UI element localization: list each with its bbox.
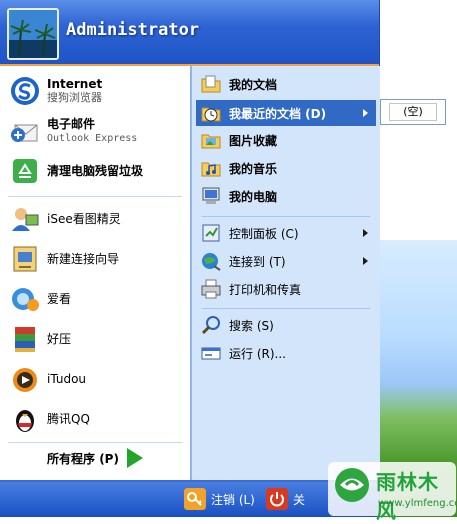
sogou-browser-icon <box>11 77 39 105</box>
program-label: 清理电脑残留垃圾 <box>47 163 144 178</box>
places-item-search[interactable]: 搜索 (S) <box>196 312 376 338</box>
shutdown-label: 关 <box>293 492 306 507</box>
submenu-arrow-icon <box>363 229 368 237</box>
places-label: 我最近的文档 (D) <box>229 106 327 121</box>
program-item-qq[interactable]: 腾讯QQ <box>0 400 190 438</box>
watermark-url: www.ylmfeng.com <box>378 498 457 509</box>
shutdown-button[interactable]: 关 <box>266 487 305 511</box>
places-item-my-music[interactable]: 我的音乐 <box>196 155 376 181</box>
recycle-cleaner-icon <box>13 159 37 183</box>
program-item-haozip[interactable]: 好压 <box>0 320 190 358</box>
run-icon <box>201 347 221 360</box>
places-label: 搜索 (S) <box>229 318 274 333</box>
left-separator <box>8 196 182 197</box>
itudou-icon <box>13 368 37 392</box>
program-sub-label: 搜狗浏览器 <box>47 91 102 104</box>
places-label: 控制面板 (C) <box>229 226 299 241</box>
recent-documents-submenu: (空) <box>380 99 446 125</box>
pinned-programs-column: Internet 搜狗浏览器 电子邮件 Outlook Express 清理电脑残留… <box>0 66 191 480</box>
power-icon <box>266 488 288 510</box>
logoff-button[interactable]: 注销 (L) <box>184 487 255 511</box>
start-menu-footer: 注销 (L) 关 <box>0 482 379 517</box>
submenu-arrow-icon <box>363 109 368 117</box>
all-programs-button[interactable]: 所有程序 (P) <box>0 436 190 480</box>
haozip-icon <box>15 327 35 352</box>
places-label: 连接到 (T) <box>229 254 286 269</box>
program-label: iTudou <box>47 371 87 386</box>
program-label: 腾讯QQ <box>47 411 90 426</box>
program-item-connection-wizard[interactable]: 新建连接向导 <box>0 240 190 278</box>
connection-wizard-icon <box>13 246 37 272</box>
logoff-label: 注销 (L) <box>211 492 255 507</box>
places-label: 我的电脑 <box>229 189 278 204</box>
places-item-my-computer[interactable]: 我的电脑 <box>196 183 376 209</box>
places-label: 图片收藏 <box>229 133 278 148</box>
qq-penguin-icon <box>16 410 34 432</box>
program-label: 电子邮件 <box>47 116 96 131</box>
submenu-empty-item[interactable]: (空) <box>389 103 437 121</box>
right-separator <box>202 216 370 217</box>
arrow-right-icon <box>126 448 143 468</box>
recent-documents-icon <box>201 107 221 122</box>
my-pictures-icon <box>201 134 221 149</box>
places-item-recent-documents[interactable]: 我最近的文档 (D) <box>196 100 376 126</box>
program-item-itudou[interactable]: iTudou <box>0 360 190 398</box>
user-name: Administrator <box>66 20 200 40</box>
program-label: iSee看图精灵 <box>47 211 121 226</box>
program-item-isee[interactable]: iSee看图精灵 <box>0 200 190 238</box>
program-label: 爱看 <box>47 291 72 306</box>
system-places-column: 我的文档 我最近的文档 (D) 图片收藏 我的音乐 我的电脑 控制面板 (C) … <box>191 66 380 480</box>
isee-viewer-icon <box>12 208 39 231</box>
start-menu: Administrator Internet 搜狗浏览器 电子邮件 Outlook … <box>0 0 380 517</box>
program-item-cleaner[interactable]: 清理电脑残留垃圾 <box>0 152 190 190</box>
program-label: 好压 <box>47 331 72 346</box>
places-item-my-documents[interactable]: 我的文档 <box>196 71 376 97</box>
printer-icon <box>201 279 221 299</box>
places-item-my-pictures[interactable]: 图片收藏 <box>196 127 376 153</box>
places-label: 我的音乐 <box>229 161 278 176</box>
program-sub-label: Outlook Express <box>47 132 138 144</box>
connect-to-icon <box>202 253 221 271</box>
watermark: 雨林木风 www.ylmfeng.com <box>328 462 457 523</box>
key-icon <box>184 488 206 510</box>
control-panel-icon <box>202 224 220 242</box>
avatar[interactable] <box>7 8 59 60</box>
my-music-icon <box>201 162 221 177</box>
places-label: 我的文档 <box>229 77 278 92</box>
submenu-arrow-icon <box>363 257 368 265</box>
program-item-aikan[interactable]: 爱看 <box>0 280 190 318</box>
watermark-name: 雨林木风 <box>376 470 439 523</box>
program-label: 新建连接向导 <box>47 251 120 266</box>
start-menu-header: Administrator <box>0 0 379 66</box>
program-item-internet[interactable]: Internet 搜狗浏览器 <box>0 72 190 110</box>
search-icon <box>201 316 220 335</box>
places-label: 打印机和传真 <box>229 282 302 297</box>
places-item-control-panel[interactable]: 控制面板 (C) <box>196 220 376 246</box>
outlook-express-icon <box>11 124 38 142</box>
places-label: 运行 (R)... <box>229 346 286 361</box>
aikan-icon <box>12 288 39 311</box>
program-label: Internet <box>47 77 103 91</box>
ylmf-logo-icon <box>335 468 369 502</box>
submenu-empty-label: (空) <box>403 105 423 118</box>
desktop <box>379 0 457 517</box>
program-item-email[interactable]: 电子邮件 Outlook Express <box>0 112 190 150</box>
right-separator <box>202 308 370 309</box>
my-documents-icon <box>201 75 221 93</box>
places-item-run[interactable]: 运行 (R)... <box>196 340 376 366</box>
places-item-printers[interactable]: 打印机和传真 <box>196 276 376 302</box>
my-computer-icon <box>202 187 220 204</box>
places-item-connect-to[interactable]: 连接到 (T) <box>196 248 376 274</box>
all-programs-label: 所有程序 (P) <box>47 451 119 466</box>
